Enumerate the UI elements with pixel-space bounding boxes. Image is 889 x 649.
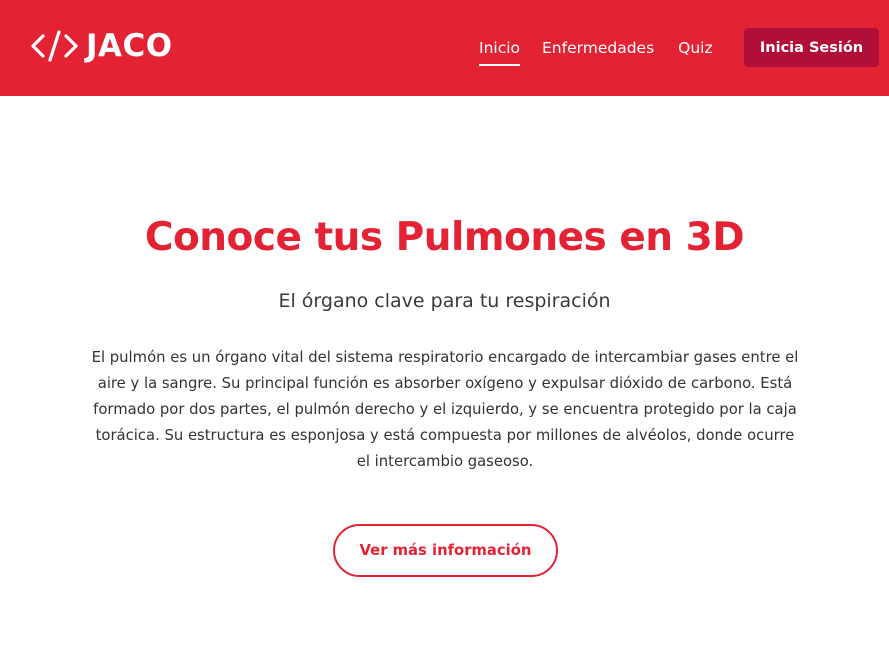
- brand-logo[interactable]: JACO: [30, 24, 173, 68]
- site-header: JACO Inicio Enfermedades Quiz Inicia Ses…: [0, 0, 889, 96]
- hero-description: El pulmón es un órgano vital del sistema…: [91, 349, 799, 470]
- main-nav: Inicio Enfermedades Quiz: [479, 28, 713, 68]
- brand-name: JACO: [86, 28, 173, 64]
- hero-subtitle: El órgano clave para tu respiración: [278, 290, 611, 312]
- nav-item-inicio[interactable]: Inicio: [479, 28, 521, 68]
- code-brackets-icon: [30, 26, 80, 66]
- hero-title: Conoce tus Pulmones en 3D: [144, 215, 745, 260]
- more-info-button[interactable]: Ver más información: [333, 524, 558, 577]
- login-button[interactable]: Inicia Sesión: [744, 28, 879, 67]
- nav-item-quiz[interactable]: Quiz: [678, 28, 712, 68]
- nav-item-enfermedades[interactable]: Enfermedades: [542, 28, 654, 68]
